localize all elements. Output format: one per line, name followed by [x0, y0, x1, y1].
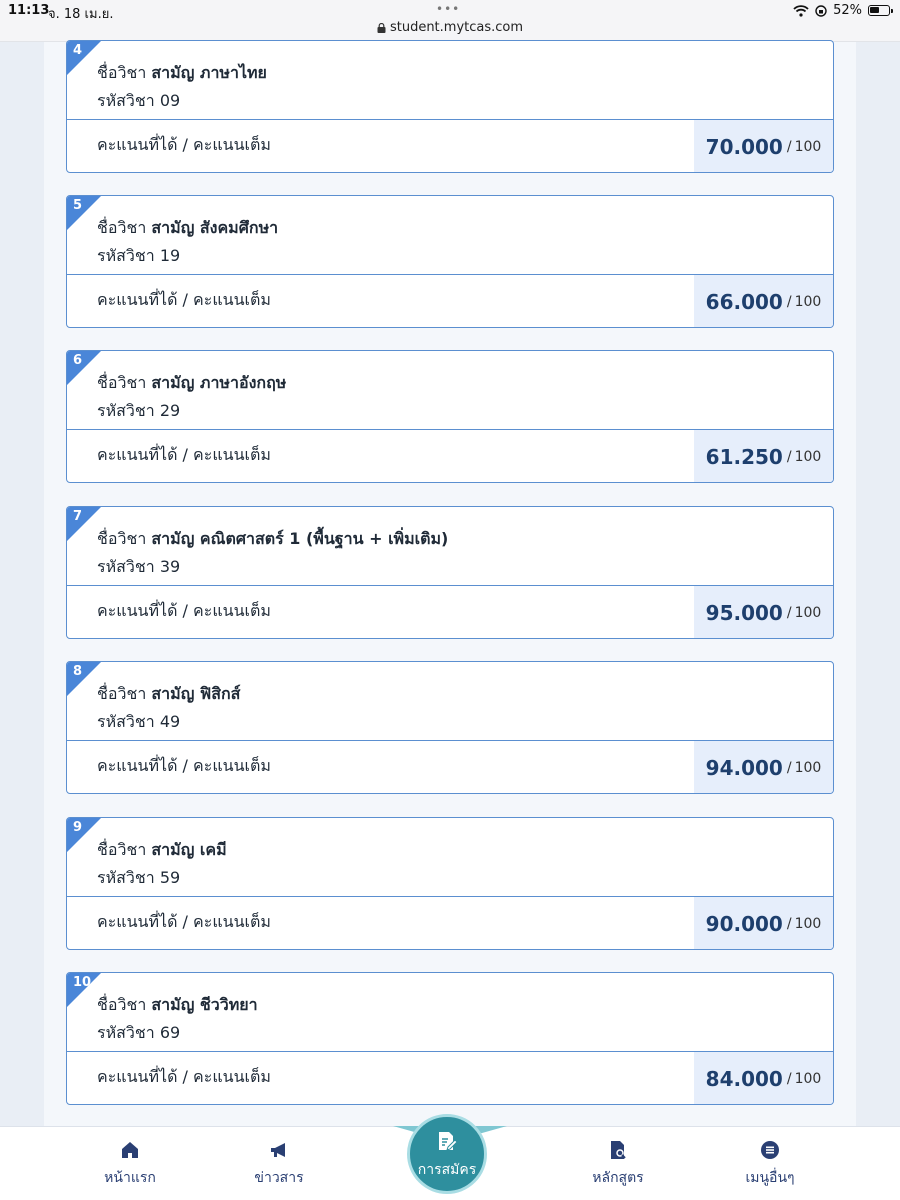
subject-card: 7 ชื่อวิชา สามัญ คณิตศาสตร์ 1 (พื้นฐาน +… [66, 506, 834, 639]
subject-code: รหัสวิชา 59 [97, 868, 181, 887]
card-number: 4 [73, 43, 83, 58]
score-label: คะแนนที่ได้ / คะแนนเต็ม [97, 912, 271, 931]
score-box: 70.000 / 100 [694, 120, 833, 172]
subject-card: 5 ชื่อวิชา สามัญ สังคมศึกษา รหัสวิชา 19 … [66, 195, 834, 328]
subject-card: 8 ชื่อวิชา สามัญ ฟิสิกส์ รหัสวิชา 49 คะแ… [66, 661, 834, 794]
subject-code: รหัสวิชา 39 [97, 557, 181, 576]
score-value: 90.000 [705, 912, 783, 936]
home-icon [122, 1142, 138, 1158]
score-label: คะแนนที่ได้ / คะแนนเต็ม [97, 445, 271, 464]
nav-courses[interactable]: หลักสูตร [558, 1139, 678, 1189]
score-box: 94.000 / 100 [694, 741, 833, 793]
card-number: 5 [73, 198, 83, 213]
subject-name: ชื่อวิชา สามัญ สังคมศึกษา [97, 218, 279, 237]
subject-name: ชื่อวิชา สามัญ ฟิสิกส์ [97, 684, 241, 703]
subject-card: 10 ชื่อวิชา สามัญ ชีววิทยา รหัสวิชา 69 ค… [66, 972, 834, 1105]
battery-percent: 52% [833, 3, 862, 18]
megaphone-icon [271, 1143, 285, 1157]
subject-name: ชื่อวิชา สามัญ ภาษาอังกฤษ [97, 373, 287, 392]
nav-courses-label: หลักสูตร [592, 1170, 644, 1186]
score-box: 84.000 / 100 [694, 1052, 833, 1104]
score-label: คะแนนที่ได้ / คะแนนเต็ม [97, 290, 271, 309]
nav-news-label: ข่าวสาร [254, 1170, 304, 1186]
score-label: คะแนนที่ได้ / คะแนนเต็ม [97, 1067, 271, 1086]
address-bar[interactable]: student.mytcas.com [0, 20, 900, 35]
orientation-lock-icon [815, 4, 827, 17]
score-value: 84.000 [705, 1067, 783, 1091]
card-number: 7 [73, 509, 83, 524]
score-value: 70.000 [705, 135, 783, 159]
score-box: 90.000 / 100 [694, 897, 833, 949]
score-box: 95.000 / 100 [694, 586, 833, 638]
card-number: 10 [73, 975, 92, 990]
nav-home-label: หน้าแรก [104, 1170, 156, 1186]
subject-name: ชื่อวิชา สามัญ ชีววิทยา [97, 995, 258, 1014]
nav-news[interactable]: ข่าวสาร [219, 1139, 339, 1189]
status-right: 52% [793, 3, 893, 18]
nav-apply-label: การสมัคร [417, 1162, 477, 1178]
score-max: 100 [794, 139, 822, 155]
wifi-icon [793, 4, 809, 17]
battery-icon [868, 5, 893, 16]
nav-more-label: เมนูอื่นๆ [745, 1170, 795, 1186]
score-box: 61.250 / 100 [694, 430, 833, 482]
score-max: 100 [794, 294, 822, 310]
status-time: 11:13 [8, 3, 50, 18]
subject-card: 4 ชื่อวิชา สามัญ ภาษาไทย รหัสวิชา 09 คะแ… [66, 40, 834, 173]
lock-icon [377, 22, 386, 33]
subject-code: รหัสวิชา 19 [97, 246, 181, 265]
card-number: 6 [73, 353, 83, 368]
score-label: คะแนนที่ได้ / คะแนนเต็ม [97, 756, 271, 775]
score-value: 66.000 [705, 290, 783, 314]
status-bar: 11:13 จ. 18 เม.ย. ••• student.mytcas.com… [0, 0, 900, 42]
subject-code: รหัสวิชา 29 [97, 401, 181, 420]
score-value: 61.250 [705, 445, 783, 469]
score-box: 66.000 / 100 [694, 275, 833, 327]
score-label: คะแนนที่ได้ / คะแนนเต็ม [97, 601, 271, 620]
document-search-icon [611, 1141, 626, 1159]
nav-more[interactable]: เมนูอื่นๆ [710, 1139, 830, 1189]
more-dots-icon[interactable]: ••• [436, 2, 460, 16]
subject-code: รหัสวิชา 09 [97, 91, 181, 110]
score-max: 100 [794, 605, 822, 621]
subject-name: ชื่อวิชา สามัญ เคมี [97, 840, 227, 859]
url-text: student.mytcas.com [389, 20, 524, 35]
subject-card: 6 ชื่อวิชา สามัญ ภาษาอังกฤษ รหัสวิชา 29 … [66, 350, 834, 483]
subject-name: ชื่อวิชา สามัญ ภาษาไทย [97, 63, 267, 82]
score-label: คะแนนที่ได้ / คะแนนเต็ม [97, 135, 271, 154]
score-max: 100 [794, 449, 822, 465]
score-value: 95.000 [705, 601, 783, 625]
score-max: 100 [794, 1071, 822, 1087]
subject-card: 9 ชื่อวิชา สามัญ เคมี รหัสวิชา 59 คะแนนท… [66, 817, 834, 950]
edit-document-icon [439, 1132, 458, 1151]
subject-code: รหัสวิชา 49 [97, 712, 181, 731]
nav-home[interactable]: หน้าแรก [70, 1139, 190, 1189]
card-number: 8 [73, 664, 83, 679]
menu-icon [761, 1141, 779, 1159]
card-number: 9 [73, 820, 83, 835]
score-value: 94.000 [705, 756, 783, 780]
subject-name: ชื่อวิชา สามัญ คณิตศาสตร์ 1 (พื้นฐาน + เ… [97, 529, 449, 548]
nav-apply-button[interactable]: การสมัคร [407, 1114, 487, 1194]
score-max: 100 [794, 760, 822, 776]
subject-code: รหัสวิชา 69 [97, 1023, 181, 1042]
score-max: 100 [794, 916, 822, 932]
